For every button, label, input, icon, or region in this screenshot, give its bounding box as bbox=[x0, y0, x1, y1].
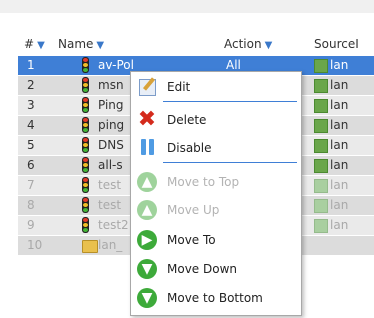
column-header-source[interactable]: SourceI bbox=[314, 37, 359, 51]
arrow-down-icon: ▼ bbox=[137, 288, 157, 308]
menu-item-move-to[interactable]: ▶ Move To bbox=[131, 227, 301, 253]
traffic-light-icon bbox=[82, 197, 89, 216]
arrow-down-icon: ▼ bbox=[137, 259, 157, 279]
context-menu: Edit ✖ Delete Disable ▲ Move to Top ▲ Mo… bbox=[130, 71, 302, 316]
rule-number: 5 bbox=[27, 138, 35, 152]
rule-source: lan bbox=[330, 98, 349, 112]
column-header-name[interactable]: Name ▼ bbox=[58, 37, 104, 51]
network-object-icon bbox=[314, 219, 328, 233]
menu-item-edit[interactable]: Edit bbox=[131, 74, 301, 100]
rule-source: lan bbox=[330, 78, 349, 92]
traffic-light-icon bbox=[82, 177, 89, 196]
rule-number: 6 bbox=[27, 158, 35, 172]
column-header-action[interactable]: Action ▼ bbox=[224, 37, 272, 51]
sort-arrow-icon: ▼ bbox=[264, 40, 273, 51]
menu-label-move-to: Move To bbox=[167, 233, 216, 247]
menu-label-move-up: Move Up bbox=[167, 203, 220, 217]
rule-source: lan bbox=[330, 58, 349, 72]
top-bar bbox=[0, 0, 374, 13]
menu-label-edit: Edit bbox=[167, 80, 191, 94]
rule-number: 9 bbox=[27, 218, 35, 232]
rule-number: 7 bbox=[27, 178, 35, 192]
edit-icon bbox=[139, 79, 156, 96]
menu-label-move-to-bottom: Move to Bottom bbox=[167, 291, 263, 305]
menu-label-move-down: Move Down bbox=[167, 262, 237, 276]
rule-source: lan bbox=[330, 218, 349, 232]
rule-source: lan bbox=[330, 198, 349, 212]
rule-name: av-Pol bbox=[98, 58, 134, 72]
rule-source: lan bbox=[330, 138, 349, 152]
arrow-up-icon: ▲ bbox=[137, 172, 157, 192]
traffic-light-icon bbox=[82, 57, 89, 76]
rule-number: 8 bbox=[27, 198, 35, 212]
network-object-icon bbox=[314, 199, 328, 213]
traffic-light-icon bbox=[82, 117, 89, 136]
rule-number: 10 bbox=[27, 238, 43, 252]
network-object-icon bbox=[314, 99, 328, 113]
traffic-light-icon bbox=[82, 157, 89, 176]
menu-item-move-to-bottom[interactable]: ▼ Move to Bottom bbox=[131, 285, 301, 311]
network-object-icon bbox=[314, 159, 328, 173]
traffic-light-icon bbox=[82, 137, 89, 156]
rule-source: lan bbox=[330, 158, 349, 172]
rule-number: 1 bbox=[27, 58, 35, 72]
menu-separator bbox=[163, 101, 297, 102]
menu-item-delete[interactable]: ✖ Delete bbox=[131, 107, 301, 133]
menu-separator bbox=[163, 162, 297, 163]
menu-item-move-up[interactable]: ▲ Move Up bbox=[131, 197, 301, 223]
arrow-up-icon: ▲ bbox=[137, 200, 157, 220]
pause-icon bbox=[137, 138, 157, 158]
network-object-icon bbox=[314, 139, 328, 153]
arrow-right-icon: ▶ bbox=[137, 230, 157, 250]
traffic-light-icon bbox=[82, 97, 89, 116]
rule-source: lan bbox=[330, 118, 349, 132]
sort-arrow-icon: ▼ bbox=[96, 40, 105, 51]
column-header-number[interactable]: # ▼ bbox=[24, 37, 45, 51]
column-label-name: Name bbox=[58, 37, 94, 51]
menu-item-move-to-top[interactable]: ▲ Move to Top bbox=[131, 169, 301, 195]
menu-label-move-to-top: Move to Top bbox=[167, 175, 240, 189]
column-label-action: Action bbox=[224, 37, 262, 51]
network-object-icon bbox=[314, 59, 328, 73]
traffic-light-icon bbox=[82, 217, 89, 236]
delete-icon: ✖ bbox=[137, 107, 157, 132]
table-header: # ▼ Name ▼ Action ▼ SourceI bbox=[18, 32, 374, 56]
folder-icon bbox=[82, 237, 98, 256]
column-label-number: # bbox=[24, 37, 35, 51]
rule-number: 2 bbox=[27, 78, 35, 92]
network-object-icon bbox=[314, 179, 328, 193]
column-label-source: SourceI bbox=[314, 37, 359, 51]
menu-label-delete: Delete bbox=[167, 113, 207, 127]
menu-label-disable: Disable bbox=[167, 141, 212, 155]
rule-action: All bbox=[226, 58, 241, 72]
traffic-light-icon bbox=[82, 77, 89, 96]
rule-source: lan bbox=[330, 178, 349, 192]
network-object-icon bbox=[314, 79, 328, 93]
sort-arrow-icon: ▼ bbox=[37, 40, 45, 51]
menu-item-move-down[interactable]: ▼ Move Down bbox=[131, 256, 301, 282]
network-object-icon bbox=[314, 119, 328, 133]
menu-item-disable[interactable]: Disable bbox=[131, 135, 301, 161]
rule-number: 4 bbox=[27, 118, 35, 132]
rule-number: 3 bbox=[27, 98, 35, 112]
